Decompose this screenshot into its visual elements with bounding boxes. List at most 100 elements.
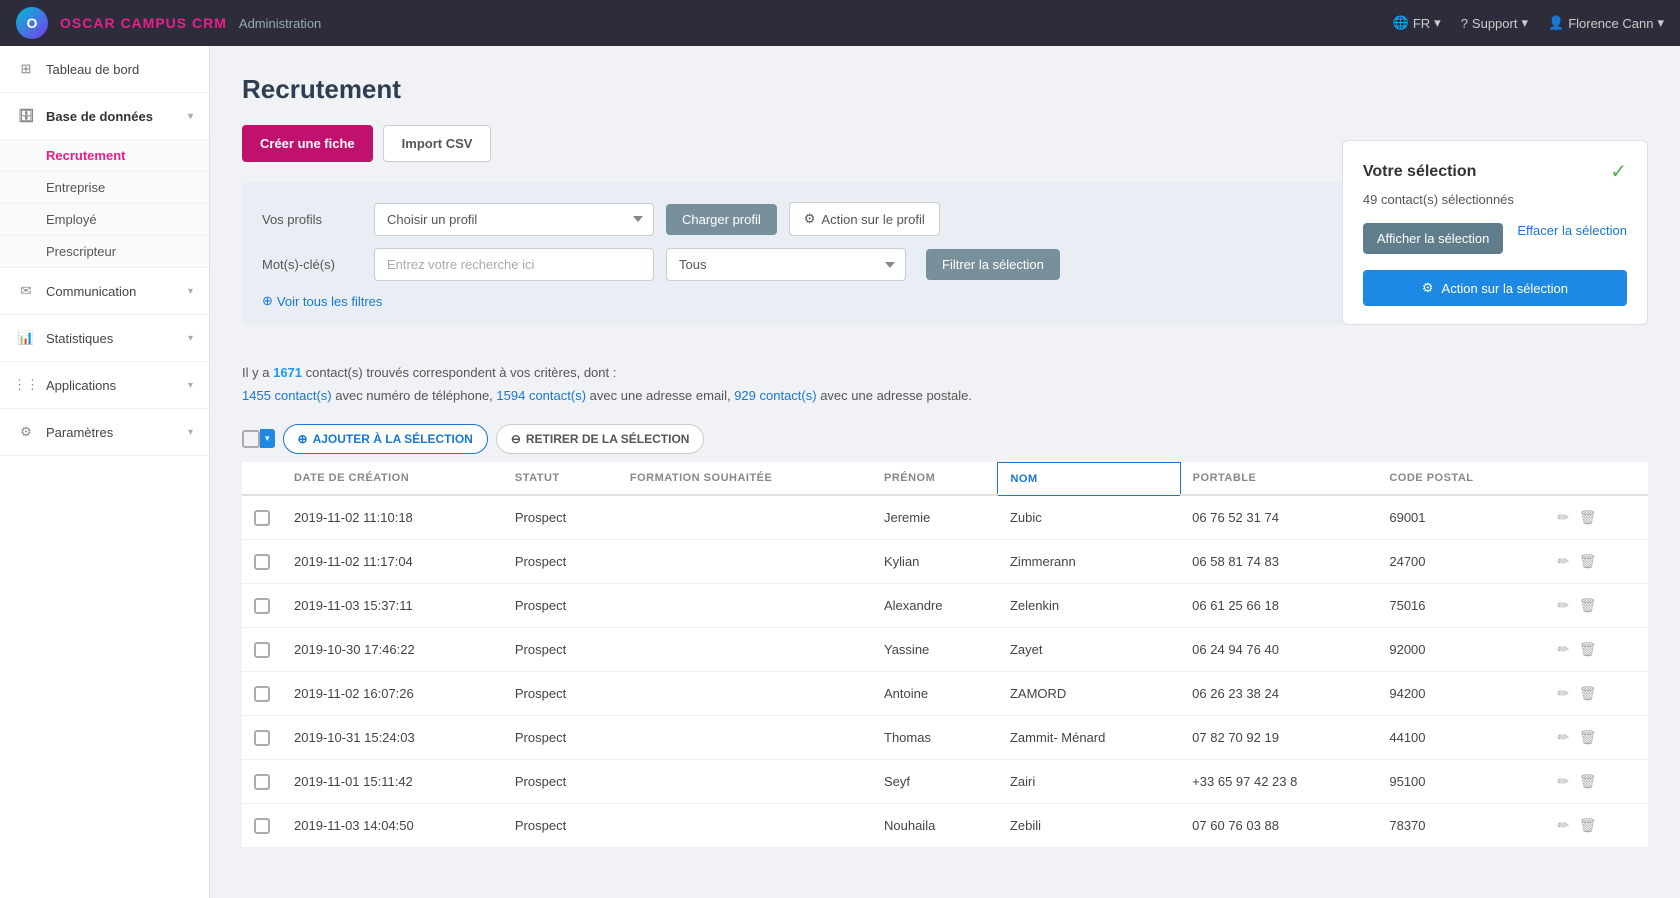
select-dropdown-button[interactable]: ▾: [260, 429, 275, 448]
sidebar-item-statistiques[interactable]: 📊 Statistiques ▾: [0, 315, 209, 362]
sidebar-sub-base: Recrutement Entreprise Employé Prescript…: [0, 140, 209, 268]
col-prenom[interactable]: PRÉNOM: [872, 462, 998, 495]
edit-button[interactable]: ✏: [1554, 638, 1572, 661]
admin-label: Administration: [239, 16, 321, 31]
globe-icon: 🌐: [1393, 15, 1409, 31]
grid-icon: ⊞: [16, 59, 36, 79]
language-selector[interactable]: 🌐 FR ▾: [1393, 15, 1441, 31]
afficher-selection-button[interactable]: Afficher la sélection: [1363, 223, 1504, 254]
cell-nom: Zebili: [998, 804, 1180, 848]
row-checkbox[interactable]: [254, 642, 270, 658]
ajouter-selection-button[interactable]: ⊕ AJOUTER À LA SÉLECTION: [283, 424, 488, 454]
sidebar-item-prescripteur[interactable]: Prescripteur: [0, 236, 209, 268]
delete-button[interactable]: 🗑: [1576, 638, 1600, 661]
row-checkbox[interactable]: [254, 818, 270, 834]
action-selection-button[interactable]: ⚙ Action sur la sélection: [1363, 270, 1627, 306]
col-formation[interactable]: FORMATION SOUHAITÉE: [618, 462, 872, 495]
cell-nom: Zairi: [998, 760, 1180, 804]
cell-date: 2019-11-03 14:04:50: [282, 804, 503, 848]
col-nom[interactable]: NOM: [998, 462, 1180, 495]
row-action-cells: ✏ 🗑: [1542, 495, 1648, 540]
edit-button[interactable]: ✏: [1554, 506, 1572, 529]
row-checkbox-cell: [242, 672, 282, 716]
cell-nom: Zelenkin: [998, 584, 1180, 628]
cell-formation: [618, 628, 872, 672]
cell-statut: Prospect: [503, 495, 618, 540]
cell-portable: 06 26 23 38 24: [1180, 672, 1377, 716]
phone-count-link[interactable]: 1455 contact(s): [242, 388, 332, 403]
col-portable[interactable]: PORTABLE: [1180, 462, 1377, 495]
cell-prenom: Nouhaila: [872, 804, 998, 848]
edit-button[interactable]: ✏: [1554, 770, 1572, 793]
row-checkbox[interactable]: [254, 730, 270, 746]
user-menu[interactable]: 👤 Florence Cann ▾: [1548, 15, 1664, 31]
action-profil-button[interactable]: ⚙ Action sur le profil: [789, 202, 940, 236]
sidebar-item-communication[interactable]: ✉ Communication ▾: [0, 268, 209, 315]
charger-profil-button[interactable]: Charger profil: [666, 204, 777, 235]
table-row: 2019-11-02 16:07:26 Prospect Antoine ZAM…: [242, 672, 1648, 716]
row-action-cells: ✏ 🗑: [1542, 628, 1648, 672]
sidebar-item-entreprise[interactable]: Entreprise: [0, 172, 209, 204]
postal-count-link[interactable]: 929 contact(s): [734, 388, 816, 403]
mail-icon: ✉: [16, 281, 36, 301]
cell-statut: Prospect: [503, 716, 618, 760]
sidebar-item-tableau-de-bord[interactable]: ⊞ Tableau de bord: [0, 46, 209, 93]
row-checkbox[interactable]: [254, 598, 270, 614]
edit-button[interactable]: ✏: [1554, 550, 1572, 573]
edit-button[interactable]: ✏: [1554, 726, 1572, 749]
delete-button[interactable]: 🗑: [1576, 682, 1600, 705]
cell-statut: Prospect: [503, 628, 618, 672]
keyword-input[interactable]: [374, 248, 654, 281]
grid-app-icon: ⋮⋮: [16, 375, 36, 395]
filtrer-selection-button[interactable]: Filtrer la sélection: [926, 249, 1060, 280]
creer-fiche-button[interactable]: Créer une fiche: [242, 125, 373, 162]
cell-formation: [618, 716, 872, 760]
delete-button[interactable]: 🗑: [1576, 770, 1600, 793]
select-all-wrapper: ▾: [242, 429, 275, 448]
cell-formation: [618, 672, 872, 716]
col-checkbox: [242, 462, 282, 495]
sidebar-item-parametres[interactable]: ⚙ Paramètres ▾: [0, 409, 209, 456]
row-action-cells: ✏ 🗑: [1542, 672, 1648, 716]
delete-button[interactable]: 🗑: [1576, 726, 1600, 749]
tous-select[interactable]: Tous: [666, 248, 906, 281]
edit-button[interactable]: ✏: [1554, 682, 1572, 705]
cell-portable: 06 76 52 31 74: [1180, 495, 1377, 540]
sidebar-item-employe[interactable]: Employé: [0, 204, 209, 236]
settings-icon: ⚙: [16, 422, 36, 442]
cell-nom: Zubic: [998, 495, 1180, 540]
effacer-selection-link[interactable]: Effacer la sélection: [1517, 223, 1627, 254]
minus-icon: ⊖: [511, 432, 521, 446]
row-checkbox-cell: [242, 628, 282, 672]
cell-code-postal: 24700: [1377, 540, 1542, 584]
sidebar-item-applications[interactable]: ⋮⋮ Applications ▾: [0, 362, 209, 409]
delete-button[interactable]: 🗑: [1576, 814, 1600, 837]
sidebar-item-base-de-donnees[interactable]: 🗄 Base de données ▾: [0, 93, 209, 140]
select-all-checkbox[interactable]: [242, 430, 260, 448]
table-body: 2019-11-02 11:10:18 Prospect Jeremie Zub…: [242, 495, 1648, 848]
row-checkbox[interactable]: [254, 686, 270, 702]
sidebar-item-recrutement[interactable]: Recrutement: [0, 140, 209, 172]
table-row: 2019-11-01 15:11:42 Prospect Seyf Zairi …: [242, 760, 1648, 804]
voir-filtres-link[interactable]: ⊕ Voir tous les filtres: [262, 293, 382, 309]
delete-button[interactable]: 🗑: [1576, 594, 1600, 617]
row-action-cells: ✏ 🗑: [1542, 760, 1648, 804]
import-csv-button[interactable]: Import CSV: [383, 125, 492, 162]
edit-button[interactable]: ✏: [1554, 594, 1572, 617]
col-code-postal[interactable]: CODE POSTAL: [1377, 462, 1542, 495]
row-checkbox[interactable]: [254, 554, 270, 570]
cell-date: 2019-11-02 11:10:18: [282, 495, 503, 540]
row-checkbox[interactable]: [254, 774, 270, 790]
row-checkbox-cell: [242, 804, 282, 848]
profil-select[interactable]: Choisir un profil: [374, 203, 654, 236]
support-menu[interactable]: ? Support ▾: [1461, 15, 1528, 31]
col-date[interactable]: DATE DE CRÉATION: [282, 462, 503, 495]
row-checkbox[interactable]: [254, 510, 270, 526]
email-count-link[interactable]: 1594 contact(s): [496, 388, 586, 403]
retirer-selection-button[interactable]: ⊖ RETIRER DE LA SÉLECTION: [496, 424, 705, 454]
edit-button[interactable]: ✏: [1554, 814, 1572, 837]
delete-button[interactable]: 🗑: [1576, 550, 1600, 573]
delete-button[interactable]: 🗑: [1576, 506, 1600, 529]
col-actions: [1542, 462, 1648, 495]
col-statut[interactable]: STATUT: [503, 462, 618, 495]
